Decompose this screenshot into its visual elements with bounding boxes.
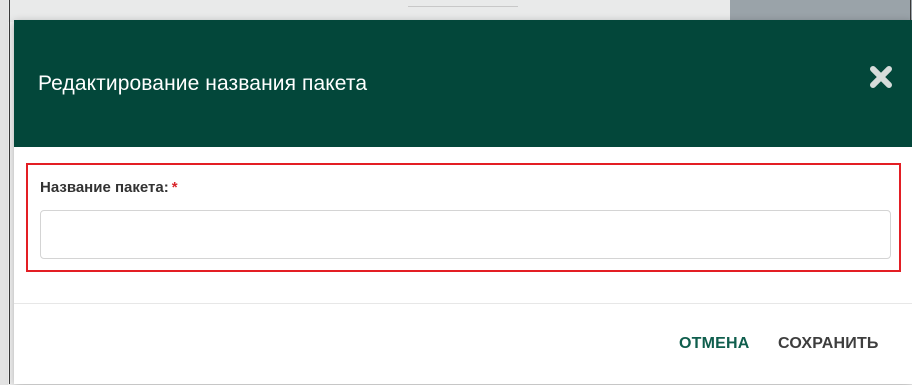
close-icon bbox=[870, 66, 892, 88]
close-button[interactable] bbox=[868, 64, 894, 90]
cancel-button[interactable]: ОТМЕНА bbox=[679, 335, 750, 353]
save-button[interactable]: СОХРАНИТЬ bbox=[778, 335, 879, 353]
required-marker: * bbox=[171, 179, 178, 196]
footer-divider bbox=[14, 303, 912, 304]
edit-package-name-dialog: Редактирование названия пакета Название … bbox=[14, 20, 912, 384]
dialog-header: Редактирование названия пакета bbox=[14, 20, 912, 147]
package-name-label: Название пакета: * bbox=[40, 179, 178, 196]
dialog-title: Редактирование названия пакета bbox=[38, 72, 368, 95]
package-name-input[interactable] bbox=[40, 210, 891, 259]
package-name-form-group: Название пакета: * bbox=[26, 163, 901, 272]
package-name-label-text: Название пакета: bbox=[40, 179, 169, 196]
background-edge bbox=[0, 0, 8, 385]
